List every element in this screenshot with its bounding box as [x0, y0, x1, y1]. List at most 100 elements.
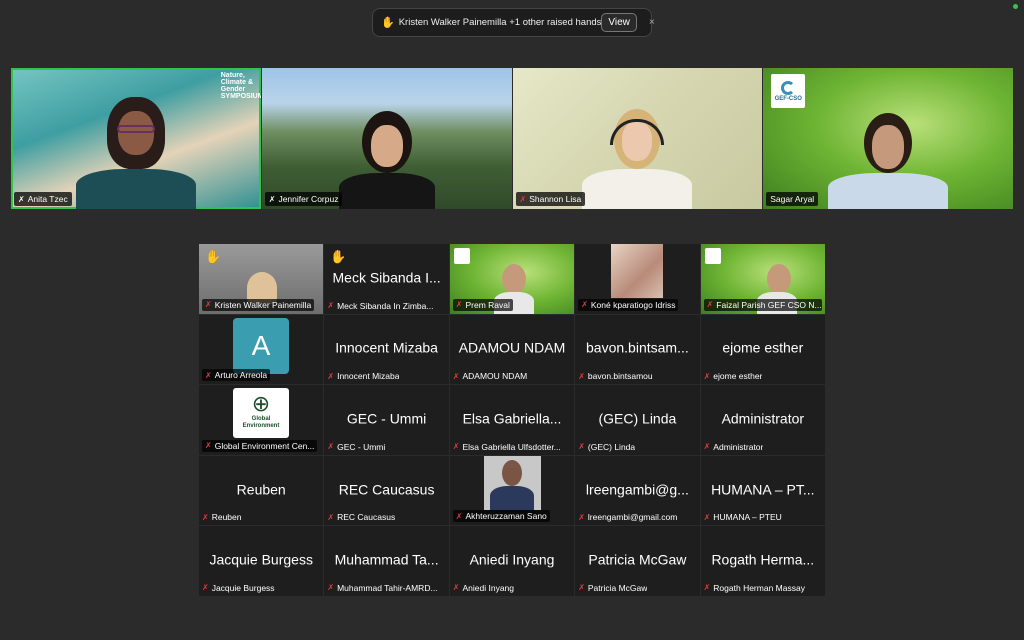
mic-muted-icon: ✗: [519, 194, 527, 204]
participant-tile[interactable]: Administrator ✗ Administrator: [700, 385, 825, 455]
participant-tile[interactable]: (GEC) Linda ✗ (GEC) Linda: [575, 385, 700, 455]
video-tile[interactable]: ✗ Jennifer Corpuz: [261, 68, 512, 209]
video-tile[interactable]: ✗ Shannon Lisa: [512, 68, 763, 209]
mic-muted-icon: ✗: [455, 300, 463, 310]
mic-muted-icon: ✗: [706, 300, 714, 310]
participant-tile[interactable]: ✗ Akhteruzzaman Sano: [449, 455, 575, 526]
participant-tile[interactable]: Jacquie Burgess ✗ Jacquie Burgess: [199, 526, 324, 596]
participant-tile[interactable]: ⊕ Global Environment ✗ Global Environment C…: [199, 385, 324, 455]
participant-tile[interactable]: bavon.bintsam... ✗ bavon.bintsamou: [575, 314, 700, 385]
participant-display-name: (GEC) Linda: [598, 410, 677, 427]
symposium-logo: Nature, Climate & Gender SYMPOSIUM: [220, 72, 261, 100]
participant-label: ✗ Faizal Parish GEF CSO N...: [703, 298, 822, 311]
participant-tile[interactable]: REC Caucasus ✗ REC Caucasus: [324, 455, 449, 526]
participant-tile[interactable]: lreengambi@g... ✗ lreengambi@gmail.com: [575, 455, 700, 526]
gef-cso-logo: GEF-CSO: [771, 74, 806, 108]
mic-muted-icon: ✗: [578, 442, 585, 452]
participant-tile[interactable]: Patricia McGaw ✗ Patricia McGaw: [575, 526, 700, 596]
participant-tile[interactable]: ADAMOU NDAM ✗ ADAMOU NDAM: [449, 314, 575, 385]
raised-hands-notification: ✋ Kristen Walker Painemilla +1 other rai…: [372, 8, 655, 37]
participant-label: ✗ Anita Tzec: [14, 192, 72, 206]
participant-label: ✗ HUMANA – PTEU: [703, 512, 782, 523]
participant-label: ✗ Administrator: [703, 441, 764, 452]
participant-label: ✗ Shannon Lisa: [515, 192, 586, 206]
participant-figure: [75, 97, 196, 209]
participant-display-name: ADAMOU NDAM: [458, 339, 566, 356]
speaker-video-row: Nature, Climate & Gender SYMPOSIUM ✗ Ani…: [11, 68, 1013, 209]
raised-hand-icon: ✋: [381, 17, 395, 29]
mic-muted-icon: ✗: [581, 300, 588, 310]
participant-tile[interactable]: Muhammad Ta... ✗ Muhammad Tahir-AMRD...: [324, 526, 449, 596]
participant-display-name: GEC - Ummi: [346, 410, 427, 427]
mic-muted-icon: ✗: [327, 371, 335, 381]
participant-label: ✗ Prem Raval: [452, 298, 513, 311]
participant-tile[interactable]: Rogath Herma... ✗ Rogath Herman Massay: [700, 526, 825, 596]
participant-tile[interactable]: Reuben ✗ Reuben: [199, 455, 324, 526]
close-icon[interactable]: ×: [649, 17, 655, 28]
participant-figure: [766, 264, 791, 294]
participant-tile[interactable]: ✗ Faizal Parish GEF CSO N...: [700, 244, 825, 314]
participant-figure: [501, 264, 526, 294]
mic-muted-icon: ✗: [327, 442, 335, 452]
notification-text: Kristen Walker Painemilla +1 other raise…: [398, 17, 602, 28]
mic-muted-icon: ✗: [703, 583, 711, 593]
participant-figure: [582, 109, 693, 209]
view-button[interactable]: View: [601, 13, 637, 32]
participant-label: ✗ lreengambi@gmail.com: [578, 512, 678, 523]
mic-muted-icon: ✗: [578, 371, 585, 381]
mic-muted-icon: ✗: [205, 300, 212, 310]
participant-label: ✗ Innocent Mizaba: [327, 371, 400, 382]
mic-muted-icon: ✗: [452, 583, 460, 593]
participant-display-name: Muhammad Ta...: [334, 551, 439, 568]
participant-display-name: Jacquie Burgess: [209, 551, 313, 568]
mic-muted-icon: ✗: [452, 442, 460, 452]
participant-tile[interactable]: Aniedi Inyang ✗ Aniedi Inyang: [449, 526, 575, 596]
participant-label: ✗ Reuben: [202, 512, 242, 523]
participant-label: ✗ Jennifer Corpuz: [264, 192, 343, 206]
mic-muted-icon: ✗: [578, 512, 585, 522]
mic-muted-icon: ✗: [452, 371, 460, 381]
participant-tile[interactable]: ✗ Koné kparatiogo Idriss: [575, 244, 700, 314]
gallery-grid: ✋ ✗ Kristen Walker Painemilla ✋ Meck Sibanda…: [199, 244, 825, 596]
raised-hand-icon: ✋: [330, 249, 347, 264]
participant-display-name: Meck Sibanda I...: [332, 269, 441, 286]
participant-tile[interactable]: ✋ ✗ Kristen Walker Painemilla: [199, 244, 324, 314]
mic-muted-icon: ✗: [327, 512, 335, 522]
mic-muted-icon: ✗: [703, 371, 711, 381]
participant-display-name: Patricia McGaw: [588, 551, 687, 568]
participant-label: ✗ Rogath Herman Massay: [703, 582, 805, 593]
participant-tile[interactable]: Innocent Mizaba ✗ Innocent Mizaba: [324, 314, 449, 385]
participant-tile[interactable]: Elsa Gabriella... ✗ Elsa Gabriella Ulfsdot…: [449, 385, 575, 455]
participant-photo: [611, 244, 664, 298]
participant-tile[interactable]: GEC - Ummi ✗ GEC - Ummi: [324, 385, 449, 455]
participant-label: ✗ ejome esther: [703, 371, 763, 382]
gef-cso-logo: [704, 248, 721, 264]
participant-display-name: Reuben: [236, 480, 286, 497]
participant-label: ✗ Patricia McGaw: [578, 582, 648, 593]
participant-label: ✗ GEC - Ummi: [327, 441, 386, 452]
participant-label: ✗ Muhammad Tahir-AMRD...: [327, 582, 438, 593]
participant-label: ✗ (GEC) Linda: [578, 441, 636, 452]
participant-tile[interactable]: ejome esther ✗ ejome esther: [700, 314, 825, 385]
participant-label: ✗ Jacquie Burgess: [202, 582, 275, 593]
participant-tile[interactable]: ✗ Prem Raval: [449, 244, 575, 314]
participant-tile[interactable]: ✋ Meck Sibanda I... ✗ Meck Sibanda In Zimba…: [324, 244, 449, 314]
participant-tile[interactable]: A ✗ Arturo Arreola: [199, 314, 324, 385]
participant-figure: [338, 111, 435, 209]
participant-photo: [483, 455, 541, 510]
participant-label: ✗ Kristen Walker Painemilla: [202, 298, 315, 311]
participant-label: Sagar Aryal: [766, 192, 819, 206]
mic-muted-icon: ✗: [703, 512, 711, 522]
gef-cso-logo: [453, 248, 470, 264]
video-tile[interactable]: Nature, Climate & Gender SYMPOSIUM ✗ Ani…: [11, 68, 261, 209]
participant-display-name: Innocent Mizaba: [335, 339, 438, 356]
participant-label: ✗ Akhteruzzaman Sano: [452, 510, 550, 523]
raised-hand-icon: ✋: [205, 249, 222, 264]
participant-label: ✗ Koné kparatiogo Idriss: [578, 298, 679, 311]
mic-icon: ✗: [18, 194, 25, 204]
participant-tile[interactable]: HUMANA – PT... ✗ HUMANA – PTEU: [700, 455, 825, 526]
mic-muted-icon: ✗: [202, 583, 209, 593]
globe-icon: ⊕: [251, 391, 271, 417]
video-tile[interactable]: GEF-CSO Sagar Aryal: [763, 68, 1013, 209]
mic-muted-icon: ✗: [205, 370, 212, 380]
